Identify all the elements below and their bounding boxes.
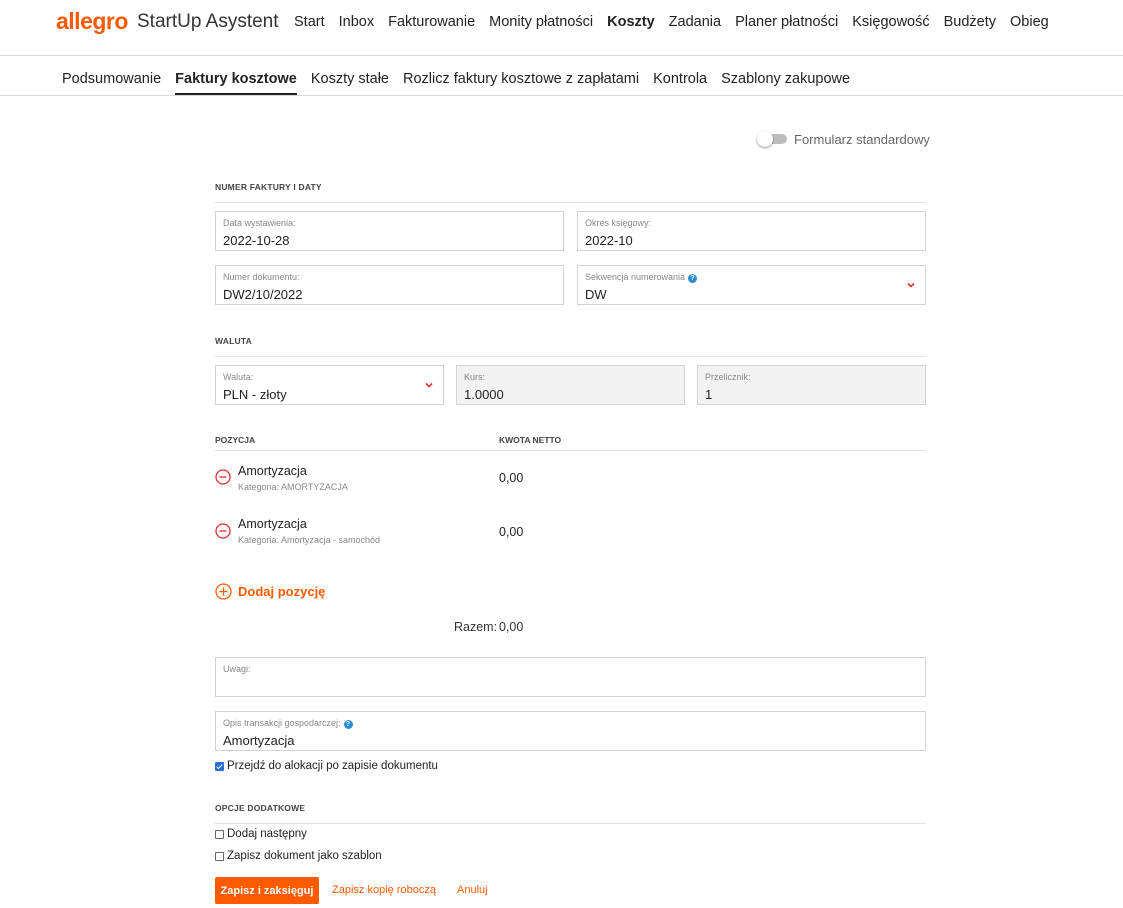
currency-select[interactable]: Waluta: PLN - złoty	[215, 365, 444, 405]
allocate-checkbox[interactable]	[215, 761, 224, 771]
issue-date-value: 2022-10-28	[223, 233, 290, 248]
save-template-checkbox[interactable]	[215, 851, 224, 861]
currency-value: PLN - złoty	[223, 387, 287, 402]
position-name[interactable]: Amortyzacja	[238, 464, 307, 478]
toggle-knob	[757, 131, 773, 147]
tab-koszty-stale[interactable]: Koszty stałe	[311, 71, 389, 95]
standard-form-toggle[interactable]	[757, 131, 789, 147]
rate-field: Kurs: 1.0000	[456, 365, 685, 405]
nav-inbox[interactable]: Inbox	[339, 14, 374, 30]
allegro-logo[interactable]: allegro	[56, 8, 128, 35]
nav-start[interactable]: Start	[294, 14, 325, 30]
total-label: Razem:	[454, 620, 498, 634]
section-extra-title: OPCJE DODATKOWE	[215, 803, 926, 824]
sequence-label: Sekwencja numerowania	[585, 272, 686, 282]
nav-zadania[interactable]: Zadania	[669, 14, 721, 30]
toggle-label: Formularz standardowy	[794, 132, 930, 147]
chevron-down-icon	[425, 382, 433, 388]
position-amount[interactable]: 0,00	[499, 471, 523, 485]
section-currency-title: WALUTA	[215, 336, 926, 357]
nav-koszty[interactable]: Koszty	[607, 14, 655, 30]
add-circle-icon[interactable]	[215, 583, 232, 600]
position-category: Kategoria: AMORTYZACJA	[238, 482, 348, 492]
notes-field[interactable]: Uwagi:	[215, 657, 926, 697]
rate-value: 1.0000	[464, 387, 504, 402]
save-template-checkbox-row[interactable]: Zapisz dokument jako szablon	[215, 850, 382, 862]
add-next-checkbox-label: Dodaj następny	[227, 828, 307, 840]
add-next-checkbox[interactable]	[215, 829, 224, 839]
sub-nav: Podsumowanie Faktury kosztowe Koszty sta…	[0, 56, 1123, 96]
currency-label: Waluta:	[223, 372, 254, 382]
nav-planer-platnosci[interactable]: Planer płatności	[735, 14, 838, 30]
period-label: Okres księgowy:	[585, 218, 652, 228]
sequence-select[interactable]: Sekwencja numerowania? DW	[577, 265, 926, 305]
period-field[interactable]: Okres księgowy: 2022-10	[577, 211, 926, 251]
description-label-wrap: Opis transakcji gospodarczej:?	[223, 718, 353, 729]
allocate-checkbox-row[interactable]: Przejdź do alokacji po zapisie dokumentu	[215, 760, 438, 772]
add-position-button[interactable]: Dodaj pozycję	[238, 584, 325, 599]
issue-date-field[interactable]: Data wystawienia: 2022-10-28	[215, 211, 564, 251]
sequence-label-wrap: Sekwencja numerowania?	[585, 272, 698, 283]
allocate-checkbox-label: Przejdź do alokacji po zapisie dokumentu	[227, 760, 438, 772]
total-value: 0,00	[499, 620, 524, 634]
section-invoice-title: NUMER FAKTURY I DATY	[215, 182, 926, 203]
converter-value: 1	[705, 387, 713, 402]
help-icon[interactable]: ?	[343, 720, 353, 729]
chevron-down-icon	[907, 282, 915, 288]
remove-circle-icon[interactable]	[215, 523, 231, 539]
save-draft-button[interactable]: Zapisz kopię roboczą	[332, 884, 436, 896]
nav-monity-platnosci[interactable]: Monity płatności	[489, 14, 593, 30]
sequence-value: DW	[585, 287, 607, 302]
description-value: Amortyzacja	[223, 733, 295, 748]
nav-obieg[interactable]: Obieg	[1010, 14, 1049, 30]
col-net-header: KWOTA NETTO	[499, 435, 562, 445]
doc-number-label: Numer dokumentu:	[223, 272, 300, 282]
converter-field: Przelicznik: 1	[697, 365, 926, 405]
top-header: allegro StartUp Asystent Start Inbox Fak…	[0, 0, 1123, 56]
main-nav: Start Inbox Fakturowanie Monity płatnośc…	[294, 14, 1049, 30]
cancel-button[interactable]: Anuluj	[457, 884, 488, 896]
save-template-checkbox-label: Zapisz dokument jako szablon	[227, 850, 382, 862]
position-category: Kategoria: Amortyzacja - samochód	[238, 535, 381, 545]
doc-number-field[interactable]: Numer dokumentu: DW2/10/2022	[215, 265, 564, 305]
doc-number-value: DW2/10/2022	[223, 287, 303, 302]
app-name: StartUp Asystent	[137, 11, 279, 32]
tab-szablony-zakupowe[interactable]: Szablony zakupowe	[721, 71, 850, 95]
col-position-header: POZYCJA	[215, 435, 256, 445]
converter-label: Przelicznik:	[705, 372, 751, 382]
notes-label: Uwagi:	[223, 664, 251, 674]
tab-podsumowanie[interactable]: Podsumowanie	[62, 71, 161, 95]
nav-budzety[interactable]: Budżety	[944, 14, 996, 30]
add-next-checkbox-row[interactable]: Dodaj następny	[215, 828, 307, 840]
positions-divider	[215, 450, 926, 451]
save-and-post-button[interactable]: Zapisz i zaksięguj	[215, 877, 319, 904]
position-amount[interactable]: 0,00	[499, 525, 523, 539]
tab-kontrola[interactable]: Kontrola	[653, 71, 707, 95]
period-value: 2022-10	[585, 233, 633, 248]
nav-ksiegowosc[interactable]: Księgowość	[852, 14, 929, 30]
rate-label: Kurs:	[464, 372, 486, 382]
remove-circle-icon[interactable]	[215, 469, 231, 485]
description-label: Opis transakcji gospodarczej:	[223, 718, 341, 728]
tab-faktury-kosztowe[interactable]: Faktury kosztowe	[175, 71, 297, 95]
position-name[interactable]: Amortyzacja	[238, 517, 307, 531]
tab-rozlicz-faktury[interactable]: Rozlicz faktury kosztowe z zapłatami	[403, 71, 639, 95]
help-icon[interactable]: ?	[688, 274, 698, 283]
issue-date-label: Data wystawienia:	[223, 218, 296, 228]
description-field[interactable]: Opis transakcji gospodarczej:? Amortyzac…	[215, 711, 926, 751]
nav-fakturowanie[interactable]: Fakturowanie	[388, 14, 475, 30]
